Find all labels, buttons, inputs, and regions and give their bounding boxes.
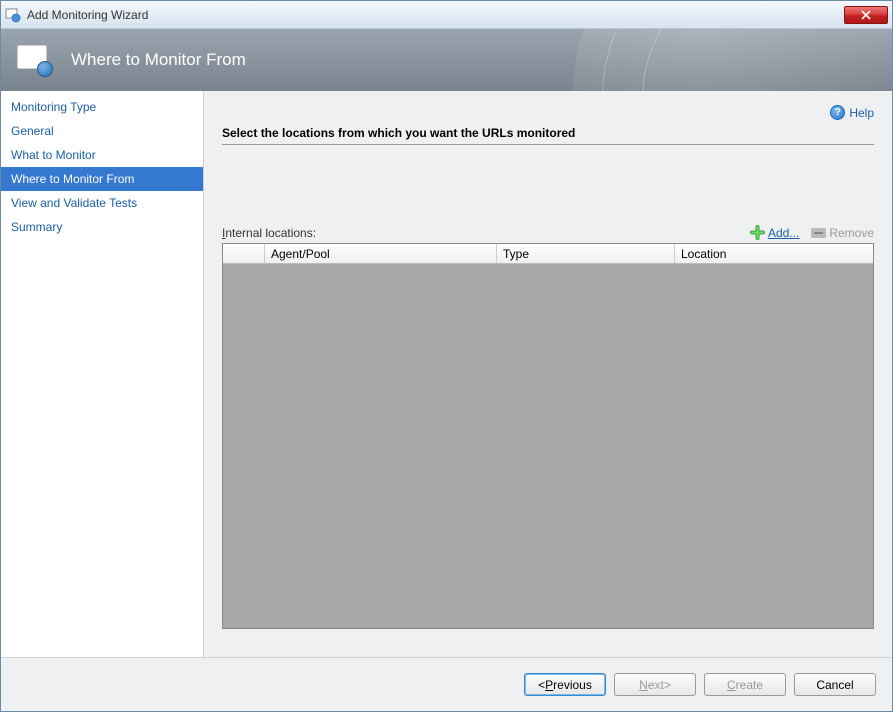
banner-icon: [17, 45, 53, 75]
close-icon: [861, 10, 871, 20]
grid-header: Agent/Pool Type Location: [223, 244, 873, 264]
main-panel: ? Help Select the locations from which y…: [204, 91, 892, 657]
sidebar-item-summary[interactable]: Summary: [1, 215, 203, 239]
body: Monitoring Type General What to Monitor …: [1, 91, 892, 657]
sidebar-item-view-validate-tests[interactable]: View and Validate Tests: [1, 191, 203, 215]
add-button[interactable]: Add...: [750, 225, 799, 240]
create-button: Create: [704, 673, 786, 696]
help-link[interactable]: ? Help: [830, 105, 874, 120]
plus-icon: [750, 225, 765, 240]
grid-body: [223, 264, 873, 628]
sidebar-item-monitoring-type[interactable]: Monitoring Type: [1, 95, 203, 119]
next-button: Next >: [614, 673, 696, 696]
banner-title: Where to Monitor From: [71, 50, 246, 70]
window-title: Add Monitoring Wizard: [27, 8, 844, 22]
locations-grid[interactable]: Agent/Pool Type Location: [222, 243, 874, 629]
list-actions: Add... Remove: [750, 225, 874, 240]
column-type[interactable]: Type: [497, 244, 675, 263]
sidebar: Monitoring Type General What to Monitor …: [1, 91, 204, 657]
previous-button[interactable]: < Previous: [524, 673, 606, 696]
app-icon: [5, 7, 21, 23]
banner: Where to Monitor From: [1, 29, 892, 91]
column-agent[interactable]: Agent/Pool: [265, 244, 497, 263]
sidebar-item-general[interactable]: General: [1, 119, 203, 143]
remove-button: Remove: [811, 226, 874, 240]
wizard-window: Add Monitoring Wizard Where to Monitor F…: [0, 0, 893, 712]
minus-icon: [811, 228, 826, 238]
sidebar-item-what-to-monitor[interactable]: What to Monitor: [1, 143, 203, 167]
banner-decoration: [572, 29, 892, 91]
help-label: Help: [849, 106, 874, 120]
cancel-button[interactable]: Cancel: [794, 673, 876, 696]
add-label: Add...: [768, 226, 799, 240]
titlebar: Add Monitoring Wizard: [1, 1, 892, 29]
instruction-text: Select the locations from which you want…: [222, 126, 874, 145]
column-location[interactable]: Location: [675, 244, 873, 263]
footer: < Previous Next > Create Cancel: [1, 657, 892, 711]
close-button[interactable]: [844, 6, 888, 24]
remove-label: Remove: [829, 226, 874, 240]
column-checkbox[interactable]: [223, 244, 265, 263]
internal-locations-label: Internal locations:: [222, 226, 316, 240]
list-header-row: Internal locations: Add... Remove: [222, 225, 874, 240]
help-row: ? Help: [222, 105, 874, 120]
help-icon: ?: [830, 105, 845, 120]
sidebar-item-where-to-monitor-from[interactable]: Where to Monitor From: [1, 167, 203, 191]
